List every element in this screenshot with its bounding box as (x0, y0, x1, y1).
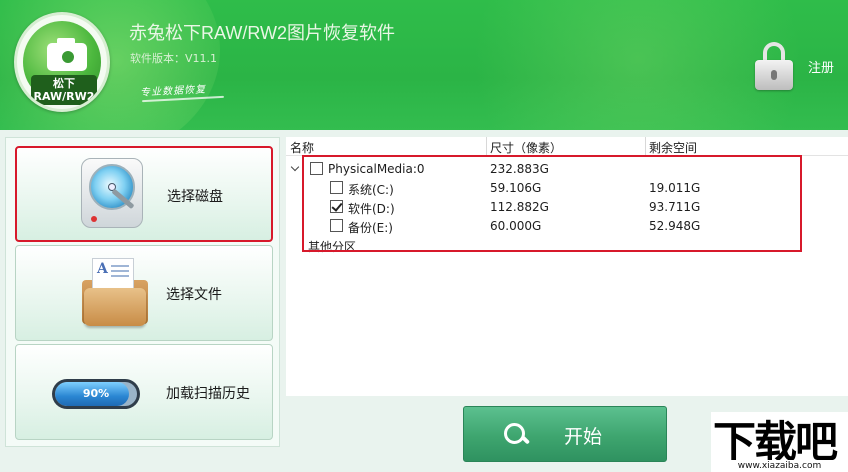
folder-front (84, 288, 146, 326)
row-free: 19.011G (649, 181, 701, 195)
row-name: 系统(C:) (348, 183, 394, 197)
row-size: 60.000G (490, 219, 542, 233)
row-size: 59.106G (490, 181, 542, 195)
hard-disk-icon (81, 158, 143, 228)
column-divider[interactable] (645, 137, 646, 155)
app-header: 松下 RAW/RW2 赤兔松下RAW/RW2图片恢复软件 软件版本：V11.1 … (0, 0, 848, 130)
disk-led (91, 216, 97, 222)
logo-badge: 松下 RAW/RW2 (31, 75, 97, 105)
app-version: 软件版本：V11.1 (130, 52, 218, 65)
row-name: 备份(E:) (348, 221, 393, 235)
row-name: PhysicalMedia:0 (328, 162, 425, 176)
column-header-name[interactable]: 名称 (290, 139, 314, 156)
doc-line (111, 270, 129, 272)
select-file-label: 选择文件 (166, 287, 222, 303)
select-disk-button[interactable]: 选择磁盘 (15, 146, 273, 242)
header-divider (286, 155, 848, 156)
logo-text-bottom: RAW/RW2 (33, 90, 95, 103)
row-checkbox[interactable] (330, 200, 343, 213)
list-item[interactable]: 其他分区 (286, 236, 486, 255)
lock-keyhole (771, 70, 777, 80)
document-letter-glyph: A (97, 261, 108, 277)
column-divider[interactable] (486, 137, 487, 155)
logo-text-top: 松下 (53, 77, 75, 90)
select-disk-label: 选择磁盘 (167, 189, 223, 205)
app-title: 赤兔松下RAW/RW2图片恢复软件 (129, 23, 395, 43)
select-file-button[interactable]: A 选择文件 (15, 245, 273, 341)
watermark-url: www.xiazaiba.com (711, 460, 848, 472)
sidebar: 选择磁盘 A 选择文件 90% 加载扫描历史 (5, 137, 280, 447)
row-checkbox[interactable] (330, 219, 343, 232)
progress-text: 90% (82, 387, 110, 400)
watermark-logo: 下载吧 www.xiazaiba.com (711, 412, 848, 472)
row-checkbox[interactable] (330, 181, 343, 194)
search-icon (504, 423, 528, 447)
row-checkbox[interactable] (310, 162, 323, 175)
load-scan-history-button[interactable]: 90% 加载扫描历史 (15, 344, 273, 440)
column-header-free[interactable]: 剩余空间 (649, 139, 697, 156)
column-header-size[interactable]: 尺寸（像素） (490, 139, 562, 156)
folder-document-icon: A (82, 258, 148, 326)
register-link[interactable]: 注册 (808, 57, 834, 76)
disk-list: 名称 尺寸（像素） 剩余空间 PhysicalMedia:0 232.883G … (286, 137, 848, 396)
load-scan-history-label: 加载扫描历史 (166, 386, 250, 402)
table-row[interactable]: PhysicalMedia:0 232.883G (286, 160, 846, 179)
row-size: 232.883G (490, 162, 549, 176)
start-button[interactable]: 开始 (463, 406, 667, 462)
table-row[interactable]: 备份(E:) 60.000G 52.948G (286, 217, 846, 236)
camera-lens (59, 48, 77, 66)
table-row[interactable]: 系统(C:) 59.106G 19.011G (286, 179, 846, 198)
app-logo: 松下 RAW/RW2 (14, 12, 110, 112)
doc-line (111, 265, 129, 267)
row-free: 52.948G (649, 219, 701, 233)
other-partitions-label: 其他分区 (308, 240, 357, 254)
doc-line (111, 275, 129, 277)
start-label: 开始 (564, 426, 603, 448)
row-size: 112.882G (490, 200, 549, 214)
row-free: 93.711G (649, 200, 701, 214)
lock-icon[interactable] (755, 42, 793, 90)
progress-bar-icon: 90% (52, 379, 140, 409)
table-row[interactable]: 软件(D:) 112.882G 93.711G (286, 198, 846, 217)
row-name: 软件(D:) (348, 202, 395, 216)
